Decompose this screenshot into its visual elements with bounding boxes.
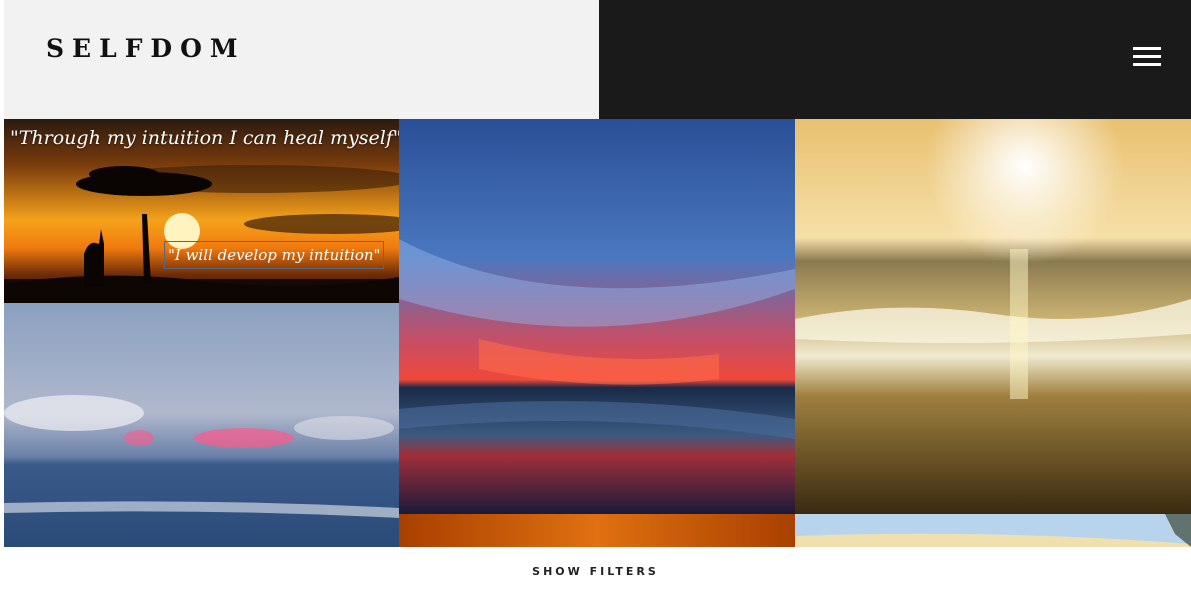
quote-box-text: "I will develop my intuition" <box>164 241 385 269</box>
hamburger-menu-icon[interactable] <box>1133 47 1161 69</box>
quote-top-text: "Through my intuition I can heal myself" <box>10 127 399 149</box>
orange-partial-image <box>399 514 795 547</box>
site-logo[interactable]: SELFDOM <box>46 34 246 63</box>
header-left-panel: SELFDOM <box>4 0 599 119</box>
blue-red-sky-sea-image <box>399 119 795 514</box>
gallery-tile-golden-beach-waves[interactable] <box>795 119 1191 514</box>
gallery-tile-blue-red-sky-sea[interactable] <box>399 119 795 514</box>
gallery-tile-orange-partial[interactable] <box>399 514 795 547</box>
gallery-tile-pink-cloud-sea[interactable] <box>4 303 399 547</box>
pink-cloud-sea-image <box>4 303 399 547</box>
header-right-panel <box>599 0 1191 119</box>
gallery-tile-sky-partial[interactable] <box>795 514 1191 547</box>
gallery-tile-sunset-savanna[interactable]: "Through my intuition I can heal myself"… <box>4 119 399 303</box>
golden-beach-waves-image <box>795 119 1191 514</box>
sky-partial-image <box>795 514 1191 547</box>
show-filters-button[interactable]: SHOW FILTERS <box>0 565 1191 578</box>
